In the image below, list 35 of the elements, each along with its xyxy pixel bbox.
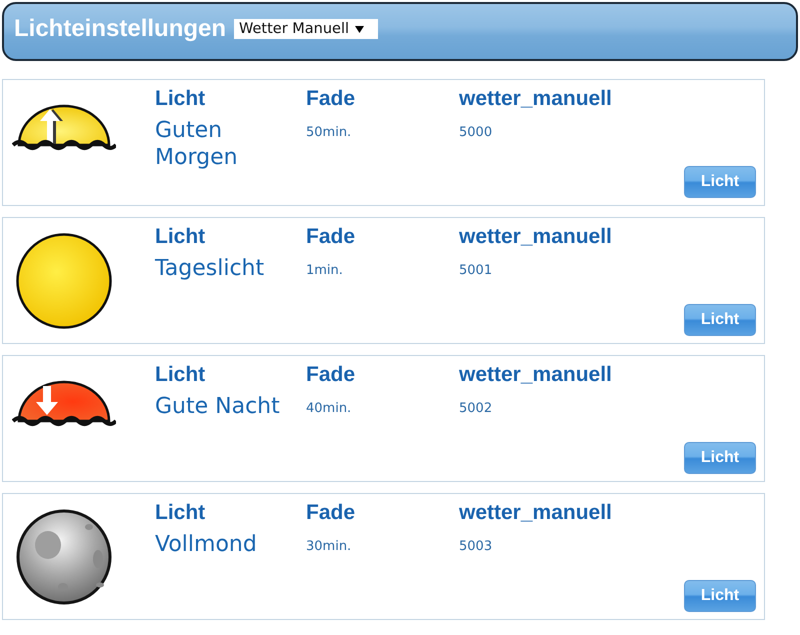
- light-button[interactable]: Licht: [684, 304, 756, 336]
- light-label: Licht: [155, 224, 206, 249]
- light-button[interactable]: Licht: [684, 442, 756, 474]
- scene-dropdown[interactable]: Wetter Manuell: [234, 19, 378, 39]
- fade-label: Fade: [306, 224, 356, 249]
- page-title: Lichteinstellungen: [14, 15, 226, 43]
- light-name: Gute Nacht: [155, 393, 280, 420]
- sunset-icon: [12, 378, 116, 428]
- fade-duration: 1min.: [306, 263, 343, 279]
- scene-number: 5001: [459, 263, 492, 279]
- group-label: wetter_manuell: [459, 362, 612, 387]
- sun-icon: [16, 232, 112, 328]
- light-name: Guten Morgen: [155, 117, 239, 171]
- group-label: wetter_manuell: [459, 86, 612, 111]
- light-label: Licht: [155, 362, 206, 387]
- light-name: Tageslicht: [155, 255, 264, 282]
- fade-duration: 50min.: [306, 125, 352, 141]
- caret-icon: [355, 26, 364, 32]
- light-name: Vollmond: [155, 531, 257, 558]
- light-button[interactable]: Licht: [684, 580, 756, 612]
- fade-label: Fade: [306, 500, 356, 525]
- group-label: wetter_manuell: [459, 500, 612, 525]
- fade-duration: 40min.: [306, 401, 352, 417]
- fade-duration: 30min.: [306, 539, 352, 555]
- fade-label: Fade: [306, 86, 356, 111]
- sunrise-icon: [12, 102, 116, 152]
- light-button[interactable]: Licht: [684, 166, 756, 198]
- fade-label: Fade: [306, 362, 356, 387]
- light-label: Licht: [155, 500, 206, 525]
- scene-number: 5002: [459, 401, 492, 417]
- moon-icon: [16, 508, 112, 604]
- scene-number: 5000: [459, 125, 492, 141]
- group-label: wetter_manuell: [459, 224, 612, 249]
- scene-number: 5003: [459, 539, 492, 555]
- light-label: Licht: [155, 86, 206, 111]
